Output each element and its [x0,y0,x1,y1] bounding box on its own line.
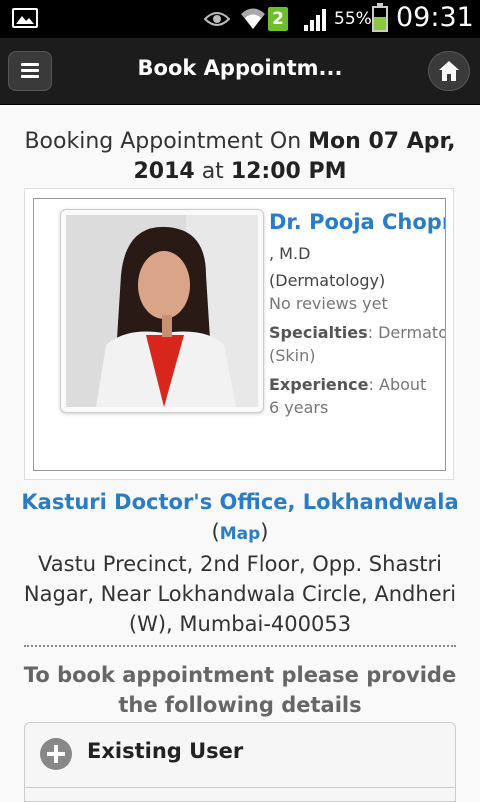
doctor-name[interactable]: Dr. Pooja Chopra [269,210,445,234]
specialties-row: Specialties: Dermatology [269,321,445,344]
office-address: Vastu Precinct, 2nd Floor, Opp. Shastri … [23,552,457,636]
booking-summary: Booking Appointment On Mon 07 Apr, 2014 … [20,127,460,187]
status-bar: 2 55% 09:31 [0,0,480,38]
booking-at: at [201,159,224,184]
booking-time: 12:00 PM [230,159,347,184]
experience-label: Experience [269,375,369,394]
doctor-info: Dr. Pooja Chopra , M.D (Dermatology) No … [269,207,445,419]
map-line: (Map) [211,520,269,544]
doctor-department: (Dermatology) [269,271,386,290]
specialties-value-2: (Skin) [269,346,316,365]
menu-icon [21,63,39,66]
image-icon [12,8,38,28]
doctor-degree: M.D [279,244,311,263]
doctor-photo [66,215,258,407]
eye-icon [204,12,230,26]
doctor-photo-frame [60,209,264,413]
form-instructions: To book appointment please provide the f… [23,663,457,717]
experience-value: About [379,375,427,394]
signal-icon [304,9,326,31]
doctor-name-row: Dr. Pooja Chopra , M.D [269,207,445,269]
divider [24,645,456,647]
page-title: Book Appointm... [137,56,343,80]
existing-user-label: Existing User [87,739,244,763]
wifi-icon [241,8,265,29]
status-time: 09:31 [396,2,474,33]
home-icon [439,61,459,81]
battery-percent: 55% [334,9,372,29]
experience-row: Experience: About [269,375,427,394]
office-name[interactable]: Kasturi Doctor's Office, Lokhandwala [20,490,460,514]
menu-button[interactable] [8,51,52,91]
plus-icon [40,738,72,770]
doctor-card: Dr. Pooja Chopra , M.D (Dermatology) No … [33,198,446,471]
booking-prefix: Booking Appointment On [24,129,302,154]
battery-icon [372,3,388,32]
experience-value-2: 6 years [269,398,329,417]
existing-user-section[interactable]: Existing User [24,722,456,802]
home-button[interactable] [428,51,470,91]
doctor-reviews: No reviews yet [269,294,388,313]
map-link[interactable]: Map [220,524,261,544]
notification-badge: 2 [268,7,288,31]
app-bar: Book Appointm... [0,38,480,105]
specialties-label: Specialties [269,323,368,342]
specialties-value: Dermatology [378,323,445,342]
